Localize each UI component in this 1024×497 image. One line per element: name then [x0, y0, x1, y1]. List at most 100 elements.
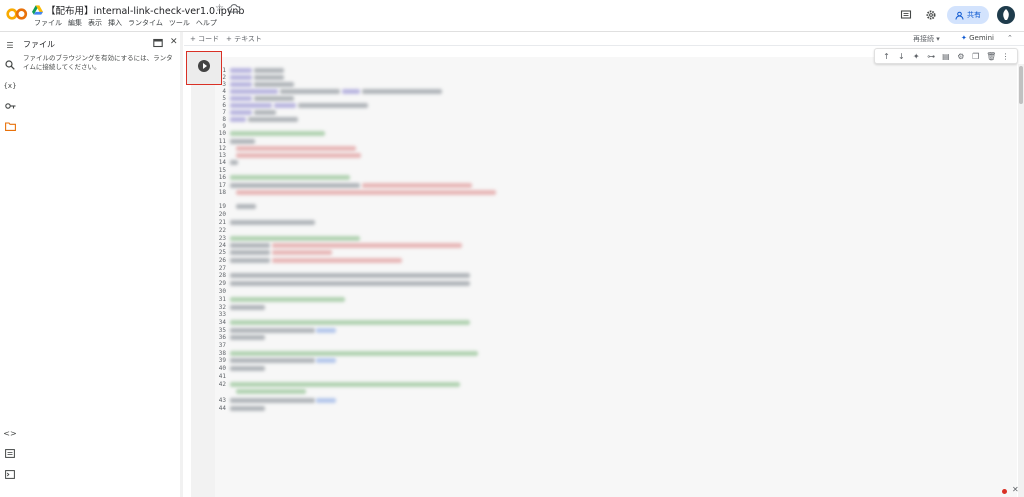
- code-snippets-icon[interactable]: <>: [3, 427, 16, 439]
- line-number: 9: [222, 123, 226, 130]
- settings-icon[interactable]: ⚙: [956, 52, 965, 61]
- gemini-button[interactable]: ✦ Gemini: [961, 34, 994, 42]
- folder-icon[interactable]: [4, 120, 16, 132]
- secrets-key-icon[interactable]: [4, 100, 16, 112]
- code-text-blurred: [362, 89, 442, 94]
- code-text-blurred: [254, 96, 294, 101]
- menu-help[interactable]: ヘルプ: [196, 18, 217, 28]
- table-of-contents-icon[interactable]: ☰: [4, 39, 16, 51]
- add-text-button[interactable]: + テキスト: [226, 34, 262, 44]
- code-text-blurred: [230, 366, 265, 371]
- gemini-spark-icon[interactable]: ✦: [912, 52, 921, 61]
- mirror-cell-icon[interactable]: ❐: [971, 52, 980, 61]
- cloud-icon[interactable]: [228, 4, 240, 13]
- colab-logo[interactable]: [6, 7, 28, 21]
- code-text-blurred: [230, 328, 315, 333]
- code-text-blurred: [230, 258, 270, 263]
- variables-icon[interactable]: {x}: [3, 80, 16, 92]
- chevron-down-icon: ▾: [936, 35, 940, 43]
- collapse-header-icon[interactable]: ⌃: [1007, 34, 1013, 42]
- terminal-icon[interactable]: [4, 468, 16, 480]
- avatar[interactable]: [997, 6, 1015, 24]
- line-number: 2: [222, 74, 226, 81]
- menu-runtime[interactable]: ランタイム: [128, 18, 163, 28]
- menu-edit[interactable]: 編集: [68, 18, 82, 28]
- code-text-blurred: [272, 243, 462, 248]
- code-text-blurred: [248, 117, 298, 122]
- panel-message: ファイルのブラウジングを有効にするには、ランタイムに接続してください。: [23, 54, 173, 71]
- open-in-tab-icon[interactable]: [153, 38, 163, 48]
- run-cell-button[interactable]: [198, 60, 210, 72]
- left-rail: ☰ {x} <>: [0, 32, 20, 497]
- code-text-blurred: [342, 89, 360, 94]
- line-number: 42: [218, 381, 226, 388]
- line-number: 31: [218, 296, 226, 303]
- line-number: 16: [218, 174, 226, 181]
- delete-icon[interactable]: 🗑: [986, 52, 996, 61]
- line-number: 33: [218, 311, 226, 318]
- line-number: 43: [218, 397, 226, 404]
- line-number: 44: [218, 405, 226, 412]
- line-number: 20: [218, 211, 226, 218]
- code-text-blurred: [230, 236, 360, 241]
- search-icon[interactable]: [4, 59, 16, 71]
- code-text-blurred: [236, 389, 306, 394]
- comment-icon[interactable]: ▤: [941, 52, 950, 61]
- code-text-blurred: [272, 250, 332, 255]
- line-number: 7: [222, 109, 226, 116]
- add-code-button[interactable]: + コード: [190, 34, 219, 44]
- menu-view[interactable]: 表示: [88, 18, 102, 28]
- line-number: 19: [218, 203, 226, 210]
- line-number: 39: [218, 357, 226, 364]
- line-number: 41: [218, 373, 226, 380]
- code-text-blurred: [230, 139, 255, 144]
- move-down-icon[interactable]: ↓: [897, 52, 906, 61]
- line-number: 24: [218, 242, 226, 249]
- more-icon[interactable]: ⋮: [1001, 52, 1010, 61]
- settings-icon[interactable]: [925, 9, 937, 21]
- code-text-blurred: [236, 153, 361, 158]
- comment-icon[interactable]: [900, 9, 912, 21]
- top-bar: 【配布用】internal-link-check-ver1.0.ipynb ☆ …: [0, 0, 1024, 31]
- star-icon[interactable]: ☆: [215, 3, 224, 14]
- menu-file[interactable]: ファイル: [34, 18, 62, 28]
- move-up-icon[interactable]: ↑: [882, 52, 891, 61]
- drive-icon[interactable]: [32, 5, 43, 15]
- panel-title: ファイル: [23, 40, 55, 49]
- main-scrollbar[interactable]: [1018, 64, 1024, 497]
- share-button[interactable]: 共有: [947, 6, 989, 24]
- line-number: 12: [218, 145, 226, 152]
- code-text-blurred: [272, 258, 402, 263]
- code-text-blurred: [316, 358, 336, 363]
- share-label: 共有: [967, 11, 981, 19]
- code-text-blurred: [230, 175, 350, 180]
- line-number: 4: [222, 88, 226, 95]
- panel-scrollbar[interactable]: [180, 32, 183, 497]
- toolbar-divider: [184, 45, 1024, 46]
- code-text-blurred: [230, 183, 360, 188]
- menu-insert[interactable]: 挿入: [108, 18, 122, 28]
- code-text-blurred: [362, 183, 472, 188]
- close-icon[interactable]: ✕: [170, 37, 180, 47]
- line-number: 36: [218, 334, 226, 341]
- reconnect-button[interactable]: 再接続 ▾: [913, 34, 940, 44]
- code-text-blurred: [230, 89, 278, 94]
- menu-tools[interactable]: ツール: [169, 18, 190, 28]
- line-number: 22: [218, 227, 226, 234]
- close-status-icon[interactable]: ✕: [1012, 485, 1019, 494]
- status-dot-icon: [1002, 489, 1007, 494]
- code-editor[interactable]: 1 2 3 4 5 6 7 8 9 10 11 12 13 14 15 16 17 18 19 20 21 22 23 24 2…: [216, 63, 1006, 483]
- line-number: 30: [218, 288, 226, 295]
- link-icon[interactable]: ⊶: [927, 52, 936, 61]
- code-text-blurred: [230, 110, 252, 115]
- command-palette-icon[interactable]: [4, 447, 16, 459]
- code-text-blurred: [254, 82, 294, 87]
- line-number: 38: [218, 350, 226, 357]
- main-scrollbar-thumb[interactable]: [1019, 66, 1023, 104]
- notebook-toolbar: + コード + テキスト 再接続 ▾ ✦ Gemini ⌃: [184, 32, 1024, 45]
- code-text-blurred: [230, 131, 325, 136]
- line-number: 17: [218, 182, 226, 189]
- avatar-image: [1003, 9, 1009, 20]
- code-text-blurred: [230, 243, 270, 248]
- line-number: 27: [218, 265, 226, 272]
